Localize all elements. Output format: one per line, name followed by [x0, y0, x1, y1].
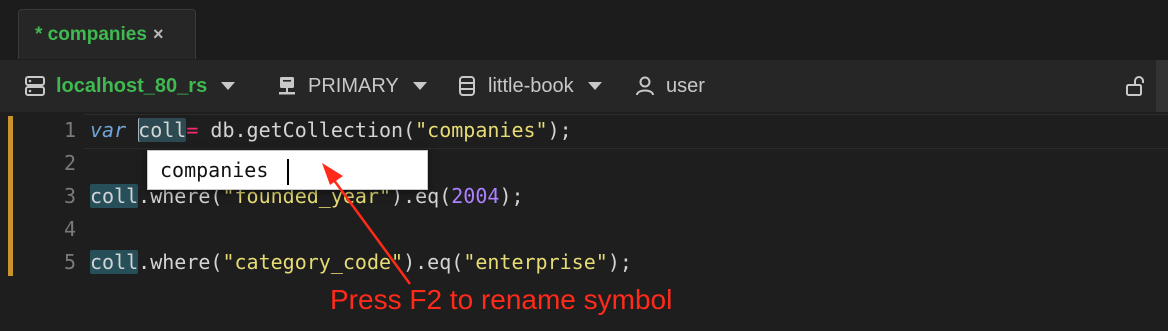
code-line: var coll= db.getCollection("companies");: [90, 114, 572, 147]
node-selector[interactable]: PRIMARY: [276, 60, 427, 112]
close-icon[interactable]: ×: [153, 24, 164, 45]
code-token: .where(: [138, 250, 223, 274]
symbol-occurrence: coll: [90, 184, 139, 208]
annotation-text: Press F2 to rename symbol: [330, 284, 673, 315]
line-number: 2: [63, 151, 76, 175]
chevron-down-icon: [587, 82, 602, 90]
code-token: db.getCollection(: [198, 118, 416, 142]
node-label: PRIMARY: [308, 74, 399, 97]
code-token: "companies": [415, 118, 548, 142]
database-selector[interactable]: little-book: [456, 60, 602, 112]
chevron-down-icon: [412, 82, 427, 90]
server-icon: [25, 76, 45, 96]
line-number: 5: [63, 250, 76, 274]
code-token: );: [499, 184, 524, 208]
tab-bar: * companies ×: [0, 0, 1168, 61]
code-token: var: [90, 118, 127, 142]
tab-label: * companies: [35, 23, 147, 45]
unlock-icon: [1126, 76, 1144, 96]
line-number: 4: [63, 217, 76, 241]
connection-toolbar: localhost_80_rs PRIMARY little-book user: [0, 60, 1168, 112]
line-number-gutter: 1 2 3 4 5: [14, 112, 84, 331]
modified-indicator: [8, 116, 13, 276]
code-token: "enterprise": [463, 250, 608, 274]
connection-selector[interactable]: localhost_80_rs: [24, 60, 236, 112]
code-token: );: [547, 118, 572, 142]
user-indicator: user: [634, 60, 705, 112]
code-token: ).eq(: [403, 250, 464, 274]
line-number: 3: [63, 184, 76, 208]
lock-toggle[interactable]: [1124, 60, 1146, 112]
code-token: 2004: [451, 184, 500, 208]
user-label: user: [666, 74, 705, 97]
connection-label: localhost_80_rs: [56, 74, 208, 97]
symbol-occurrence: coll: [90, 250, 139, 274]
chevron-down-icon: [221, 82, 236, 90]
database-label: little-book: [488, 74, 574, 97]
code-token: "category_code": [222, 250, 404, 274]
line-number: 1: [63, 118, 76, 142]
database-icon: [459, 76, 475, 96]
tab-companies[interactable]: * companies ×: [18, 9, 196, 59]
symbol-occurrence: coll: [138, 118, 187, 142]
user-icon: [636, 76, 654, 96]
scrollbar[interactable]: [1156, 60, 1168, 112]
code-token: );: [607, 250, 632, 274]
server-node-icon: [279, 77, 295, 95]
text-cursor: [287, 159, 289, 185]
code-token: =: [186, 118, 199, 142]
code-line: coll.where("category_code").eq("enterpri…: [90, 246, 632, 279]
rename-symbol-widget: [147, 150, 428, 190]
